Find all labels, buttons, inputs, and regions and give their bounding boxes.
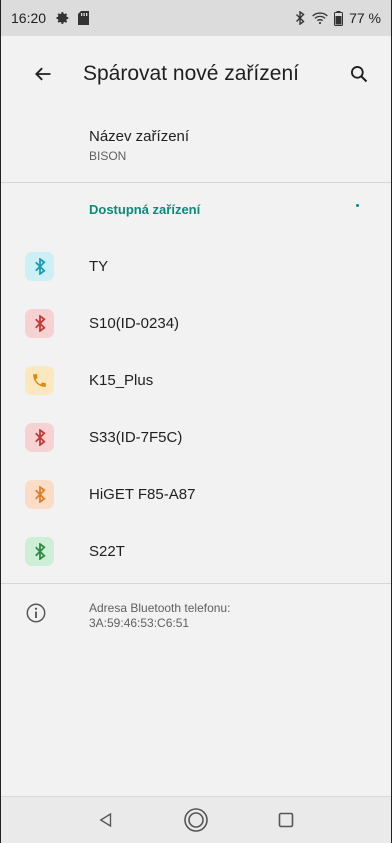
phone-icon: [25, 366, 54, 395]
search-button[interactable]: [335, 50, 383, 98]
device-name-value: BISON: [89, 149, 127, 163]
available-devices-header: Dostupná zařízení: [89, 202, 201, 217]
nav-home-button[interactable]: [176, 800, 216, 840]
device-name-setting[interactable]: Název zařízení BISON: [89, 128, 379, 163]
bluetooth-icon: [294, 11, 306, 25]
bluetooth-icon: [25, 480, 54, 509]
battery-icon: [334, 10, 344, 26]
bluetooth-icon: [25, 252, 54, 281]
device-item-s33[interactable]: S33(ID-7F5C): [1, 409, 391, 466]
info-line-1: Adresa Bluetooth telefonu:: [89, 601, 231, 615]
sd-card-icon: [78, 11, 90, 25]
search-icon: [351, 66, 368, 83]
gear-icon: [56, 11, 70, 25]
device-label: TY: [89, 258, 109, 275]
app-bar: Spárovat nové zařízení: [1, 36, 391, 112]
triangle-back-icon: [99, 812, 112, 828]
bluetooth-address-info: Adresa Bluetooth telefonu: 3A:59:46:53:C…: [1, 598, 391, 658]
device-label: K15_Plus: [89, 372, 154, 389]
info-icon: [26, 603, 46, 623]
device-item-ty[interactable]: TY: [1, 238, 391, 295]
device-item-s22t[interactable]: S22T: [1, 523, 391, 580]
bluetooth-icon: [25, 537, 54, 566]
bluetooth-address-text: Adresa Bluetooth telefonu: 3A:59:46:53:C…: [89, 601, 230, 631]
device-item-s10[interactable]: S10(ID-0234): [1, 295, 391, 352]
home-circle-icon: [184, 808, 208, 832]
wifi-icon: [312, 11, 328, 25]
device-label: S10(ID-0234): [89, 315, 180, 332]
page-title: Spárovat nové zařízení: [83, 62, 299, 85]
status-bar: 16:20 77 %: [1, 0, 391, 36]
navigation-bar: [1, 796, 391, 843]
device-item-higet[interactable]: HiGET F85-A87: [1, 466, 391, 523]
device-label: HiGET F85-A87: [89, 486, 196, 503]
nav-back-button[interactable]: [86, 800, 126, 840]
progress-indicator: [356, 204, 359, 207]
square-recents-icon: [278, 812, 294, 828]
divider: [1, 182, 391, 183]
battery-percent: 77 %: [349, 10, 381, 26]
device-name-label: Název zařízení: [89, 128, 190, 145]
back-button[interactable]: [15, 46, 71, 102]
status-time: 16:20: [11, 10, 47, 26]
device-item-k15-plus[interactable]: K15_Plus: [1, 352, 391, 409]
nav-recents-button[interactable]: [266, 800, 306, 840]
bluetooth-icon: [25, 309, 54, 338]
bluetooth-icon: [25, 423, 54, 452]
phone-screen: 16:20 77 % Spárovat nové zařízení Název …: [0, 0, 392, 843]
available-devices-list: TY S10(ID-0234) K15_Plus S33(ID-7F5C) Hi…: [1, 238, 391, 580]
info-line-2: 3A:59:46:53:C6:51: [89, 616, 190, 630]
divider: [1, 583, 391, 584]
device-label: S33(ID-7F5C): [89, 429, 183, 446]
arrow-left-icon: [35, 67, 51, 81]
device-label: S22T: [89, 543, 125, 560]
